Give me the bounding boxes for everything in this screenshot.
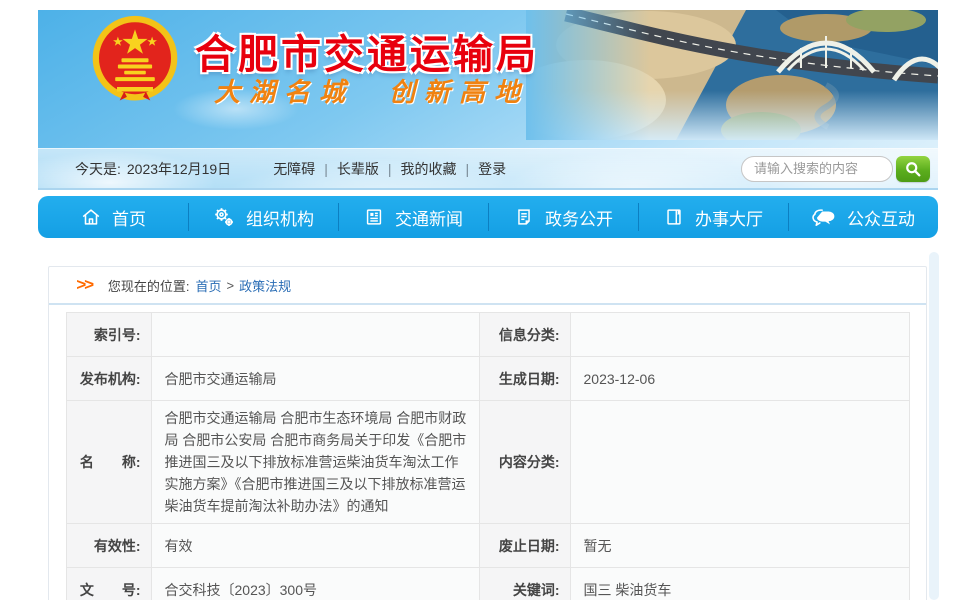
nav-item-organization[interactable]: 组织机构 — [188, 196, 338, 238]
nav-label: 首页 — [112, 205, 146, 230]
nav-label: 交通新闻 — [395, 205, 463, 230]
link-separator: | — [465, 161, 469, 177]
nav-item-news[interactable]: 交通新闻 — [338, 196, 488, 238]
field-label-validity: 有效性: — [66, 524, 151, 568]
scroll-strip — [929, 252, 939, 600]
gears-icon — [212, 205, 236, 229]
breadcrumb-current-link[interactable]: 政策法规 — [239, 276, 291, 295]
table-row: 名 称: 合肥市交通运输局 合肥市生态环境局 合肥市财政局 合肥市公安局 合肥市… — [66, 401, 909, 524]
table-row: 索引号: 信息分类: — [66, 313, 909, 357]
chat-icon — [811, 206, 837, 228]
nav-item-gov-info[interactable]: 政务公开 — [488, 196, 638, 238]
search-input[interactable] — [741, 156, 893, 182]
breadcrumb: >> 您现在的位置: 首页 > 政策法规 — [49, 267, 926, 305]
field-value-info-category — [570, 313, 909, 357]
search-icon — [904, 160, 922, 178]
news-icon — [363, 206, 385, 228]
nav-label: 办事大厅 — [695, 205, 763, 230]
date-prefix: 今天是: — [75, 161, 121, 177]
field-label-doc-number: 文 号: — [66, 568, 151, 600]
nav-label: 政务公开 — [545, 205, 613, 230]
field-label-repeal-date: 废止日期: — [479, 524, 570, 568]
favorites-link[interactable]: 我的收藏 — [400, 159, 456, 179]
table-row: 有效性: 有效 废止日期: 暂无 — [66, 524, 909, 568]
field-value-issuing-agency: 合肥市交通运输局 — [151, 357, 479, 401]
field-value-validity: 有效 — [151, 524, 479, 568]
site-header: 合肥市交通运输局 大湖名城 创新高地 今天是:2023年12月19日 无障碍 |… — [38, 10, 938, 190]
field-value-content-category — [570, 401, 909, 524]
site-slogan: 大湖名城 创新高地 — [214, 72, 529, 109]
content-box: >> 您现在的位置: 首页 > 政策法规 索引号: 信息分类: 发布机构: 合肥… — [48, 266, 927, 600]
field-label-issue-date: 生成日期: — [479, 357, 570, 401]
field-label-content-category: 内容分类: — [479, 401, 570, 524]
link-separator: | — [324, 161, 328, 177]
login-link[interactable]: 登录 — [478, 159, 506, 179]
policy-info-table: 索引号: 信息分类: 发布机构: 合肥市交通运输局 生成日期: 2023-12-… — [66, 312, 910, 600]
home-icon — [80, 206, 102, 228]
table-row: 文 号: 合交科技〔2023〕300号 关键词: 国三 柴油货车 — [66, 568, 909, 600]
breadcrumb-separator: > — [227, 278, 235, 293]
field-label-info-category: 信息分类: — [479, 313, 570, 357]
nav-item-service-hall[interactable]: 办事大厅 — [638, 196, 788, 238]
field-value-repeal-date: 暂无 — [570, 524, 909, 568]
utility-bar: 今天是: 2023年12月19日 无障碍 | 长辈版 | 我的收藏 | 登录 — [38, 148, 938, 190]
field-label-index-no: 索引号: — [66, 313, 151, 357]
date-value: 2023年12月19日 — [127, 161, 231, 177]
nav-label: 组织机构 — [246, 205, 314, 230]
breadcrumb-home-link[interactable]: 首页 — [195, 276, 221, 295]
nav-item-home[interactable]: 首页 — [38, 196, 188, 238]
breadcrumb-arrows-icon: >> — [76, 275, 92, 295]
national-emblem-icon — [90, 12, 180, 108]
field-label-title: 名 称: — [66, 401, 151, 524]
page: 合肥市交通运输局 大湖名城 创新高地 今天是: 2023年12月19日 无障碍 |… — [0, 0, 976, 600]
photo-fade-overlay — [526, 10, 938, 140]
current-date: 今天是: 2023年12月19日 — [75, 159, 231, 179]
link-separator: | — [388, 161, 392, 177]
table-row: 发布机构: 合肥市交通运输局 生成日期: 2023-12-06 — [66, 357, 909, 401]
field-value-doc-number: 合交科技〔2023〕300号 — [151, 568, 479, 600]
field-label-issuing-agency: 发布机构: — [66, 357, 151, 401]
field-value-issue-date: 2023-12-06 — [570, 357, 909, 401]
nav-item-interaction[interactable]: 公众互动 — [788, 196, 938, 238]
field-value-keywords: 国三 柴油货车 — [570, 568, 909, 600]
elder-version-link[interactable]: 长辈版 — [337, 159, 379, 179]
field-value-title: 合肥市交通运输局 合肥市生态环境局 合肥市财政局 合肥市公安局 合肥市商务局关于… — [151, 401, 479, 524]
service-hall-icon — [663, 206, 685, 228]
utility-links: 无障碍 | 长辈版 | 我的收藏 | 登录 — [273, 159, 506, 179]
field-value-index-no — [151, 313, 479, 357]
field-label-keywords: 关键词: — [479, 568, 570, 600]
search-button[interactable] — [896, 156, 930, 182]
main-nav: 首页 组织机构 交通新闻 — [38, 196, 938, 238]
bridge-photo — [526, 10, 938, 140]
accessibility-link[interactable]: 无障碍 — [273, 159, 315, 179]
search-bar — [741, 156, 930, 182]
breadcrumb-prefix: 您现在的位置: — [108, 276, 190, 295]
nav-label: 公众互动 — [847, 205, 915, 230]
document-icon — [513, 206, 535, 228]
